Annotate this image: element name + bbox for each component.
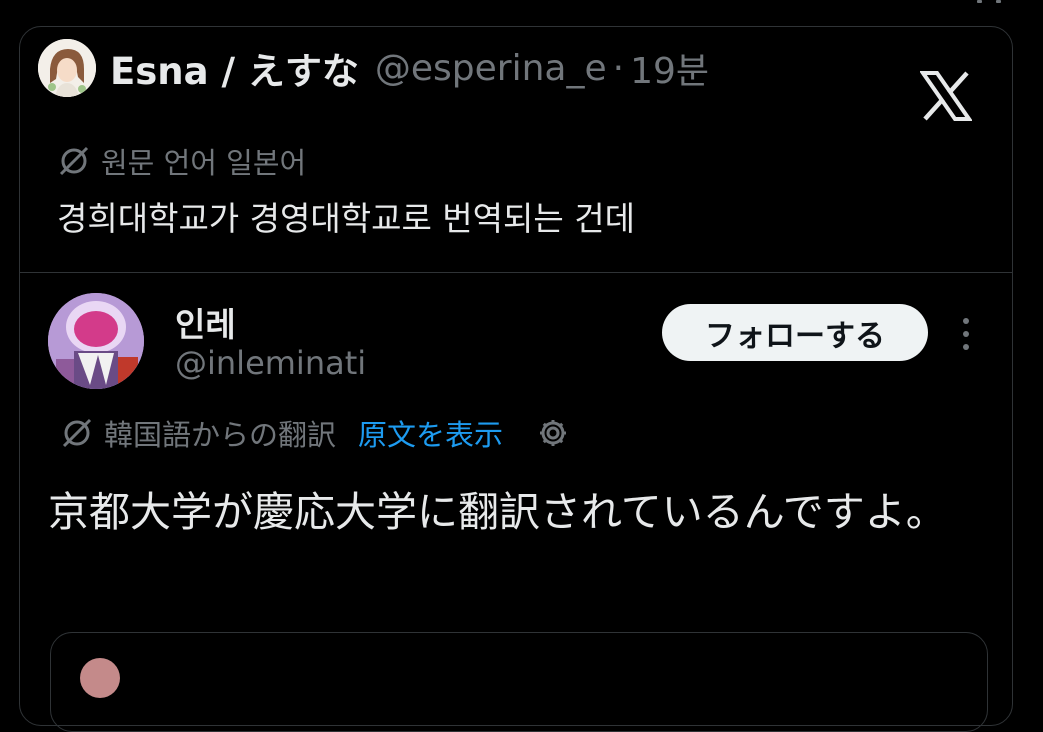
quoted-author-name[interactable]: Esna / えすな (110, 41, 359, 95)
translation-label: 韓国語からの翻訳 (104, 418, 337, 452)
main-author-handle[interactable]: @inleminati (175, 344, 366, 382)
quoted-tweet-text: 경희대학교가 경영대학교로 번역되는 건데 (57, 199, 635, 238)
inleminati-avatar[interactable] (48, 293, 144, 389)
top-ellipsis-icon (975, 0, 1015, 6)
original-language-label: 원문 언어 일본어 (101, 146, 307, 180)
follow-button[interactable]: フォローする (662, 304, 928, 361)
original-language-note: 원문 언어 일본어 (57, 140, 306, 182)
translate-icon (59, 146, 89, 176)
separator-dot: · (612, 47, 625, 89)
quoted-tweet-header: Esna / えすな @esperina_e · 19분 (38, 39, 709, 97)
embedded-avatar (80, 658, 120, 698)
translate-icon (62, 418, 92, 448)
more-icon[interactable] (958, 314, 974, 354)
quoted-tweet-time[interactable]: 19분 (630, 42, 709, 94)
x-logo-icon[interactable] (920, 70, 972, 122)
quoted-author-handle[interactable]: @esperina_e (375, 48, 607, 89)
gear-icon[interactable] (537, 417, 569, 449)
translation-line: 韓国語からの翻訳 原文を表示 (60, 412, 569, 454)
main-author-name[interactable]: 인레 (175, 298, 236, 346)
tweet-card (19, 26, 1013, 726)
divider (20, 272, 1012, 273)
main-tweet-text: 京都大学が慶応大学に翻訳されているんですよ。 (48, 488, 947, 536)
embedded-quote-card[interactable] (50, 632, 988, 732)
show-original-link[interactable]: 原文を表示 (358, 412, 503, 454)
esna-avatar[interactable] (38, 39, 96, 97)
